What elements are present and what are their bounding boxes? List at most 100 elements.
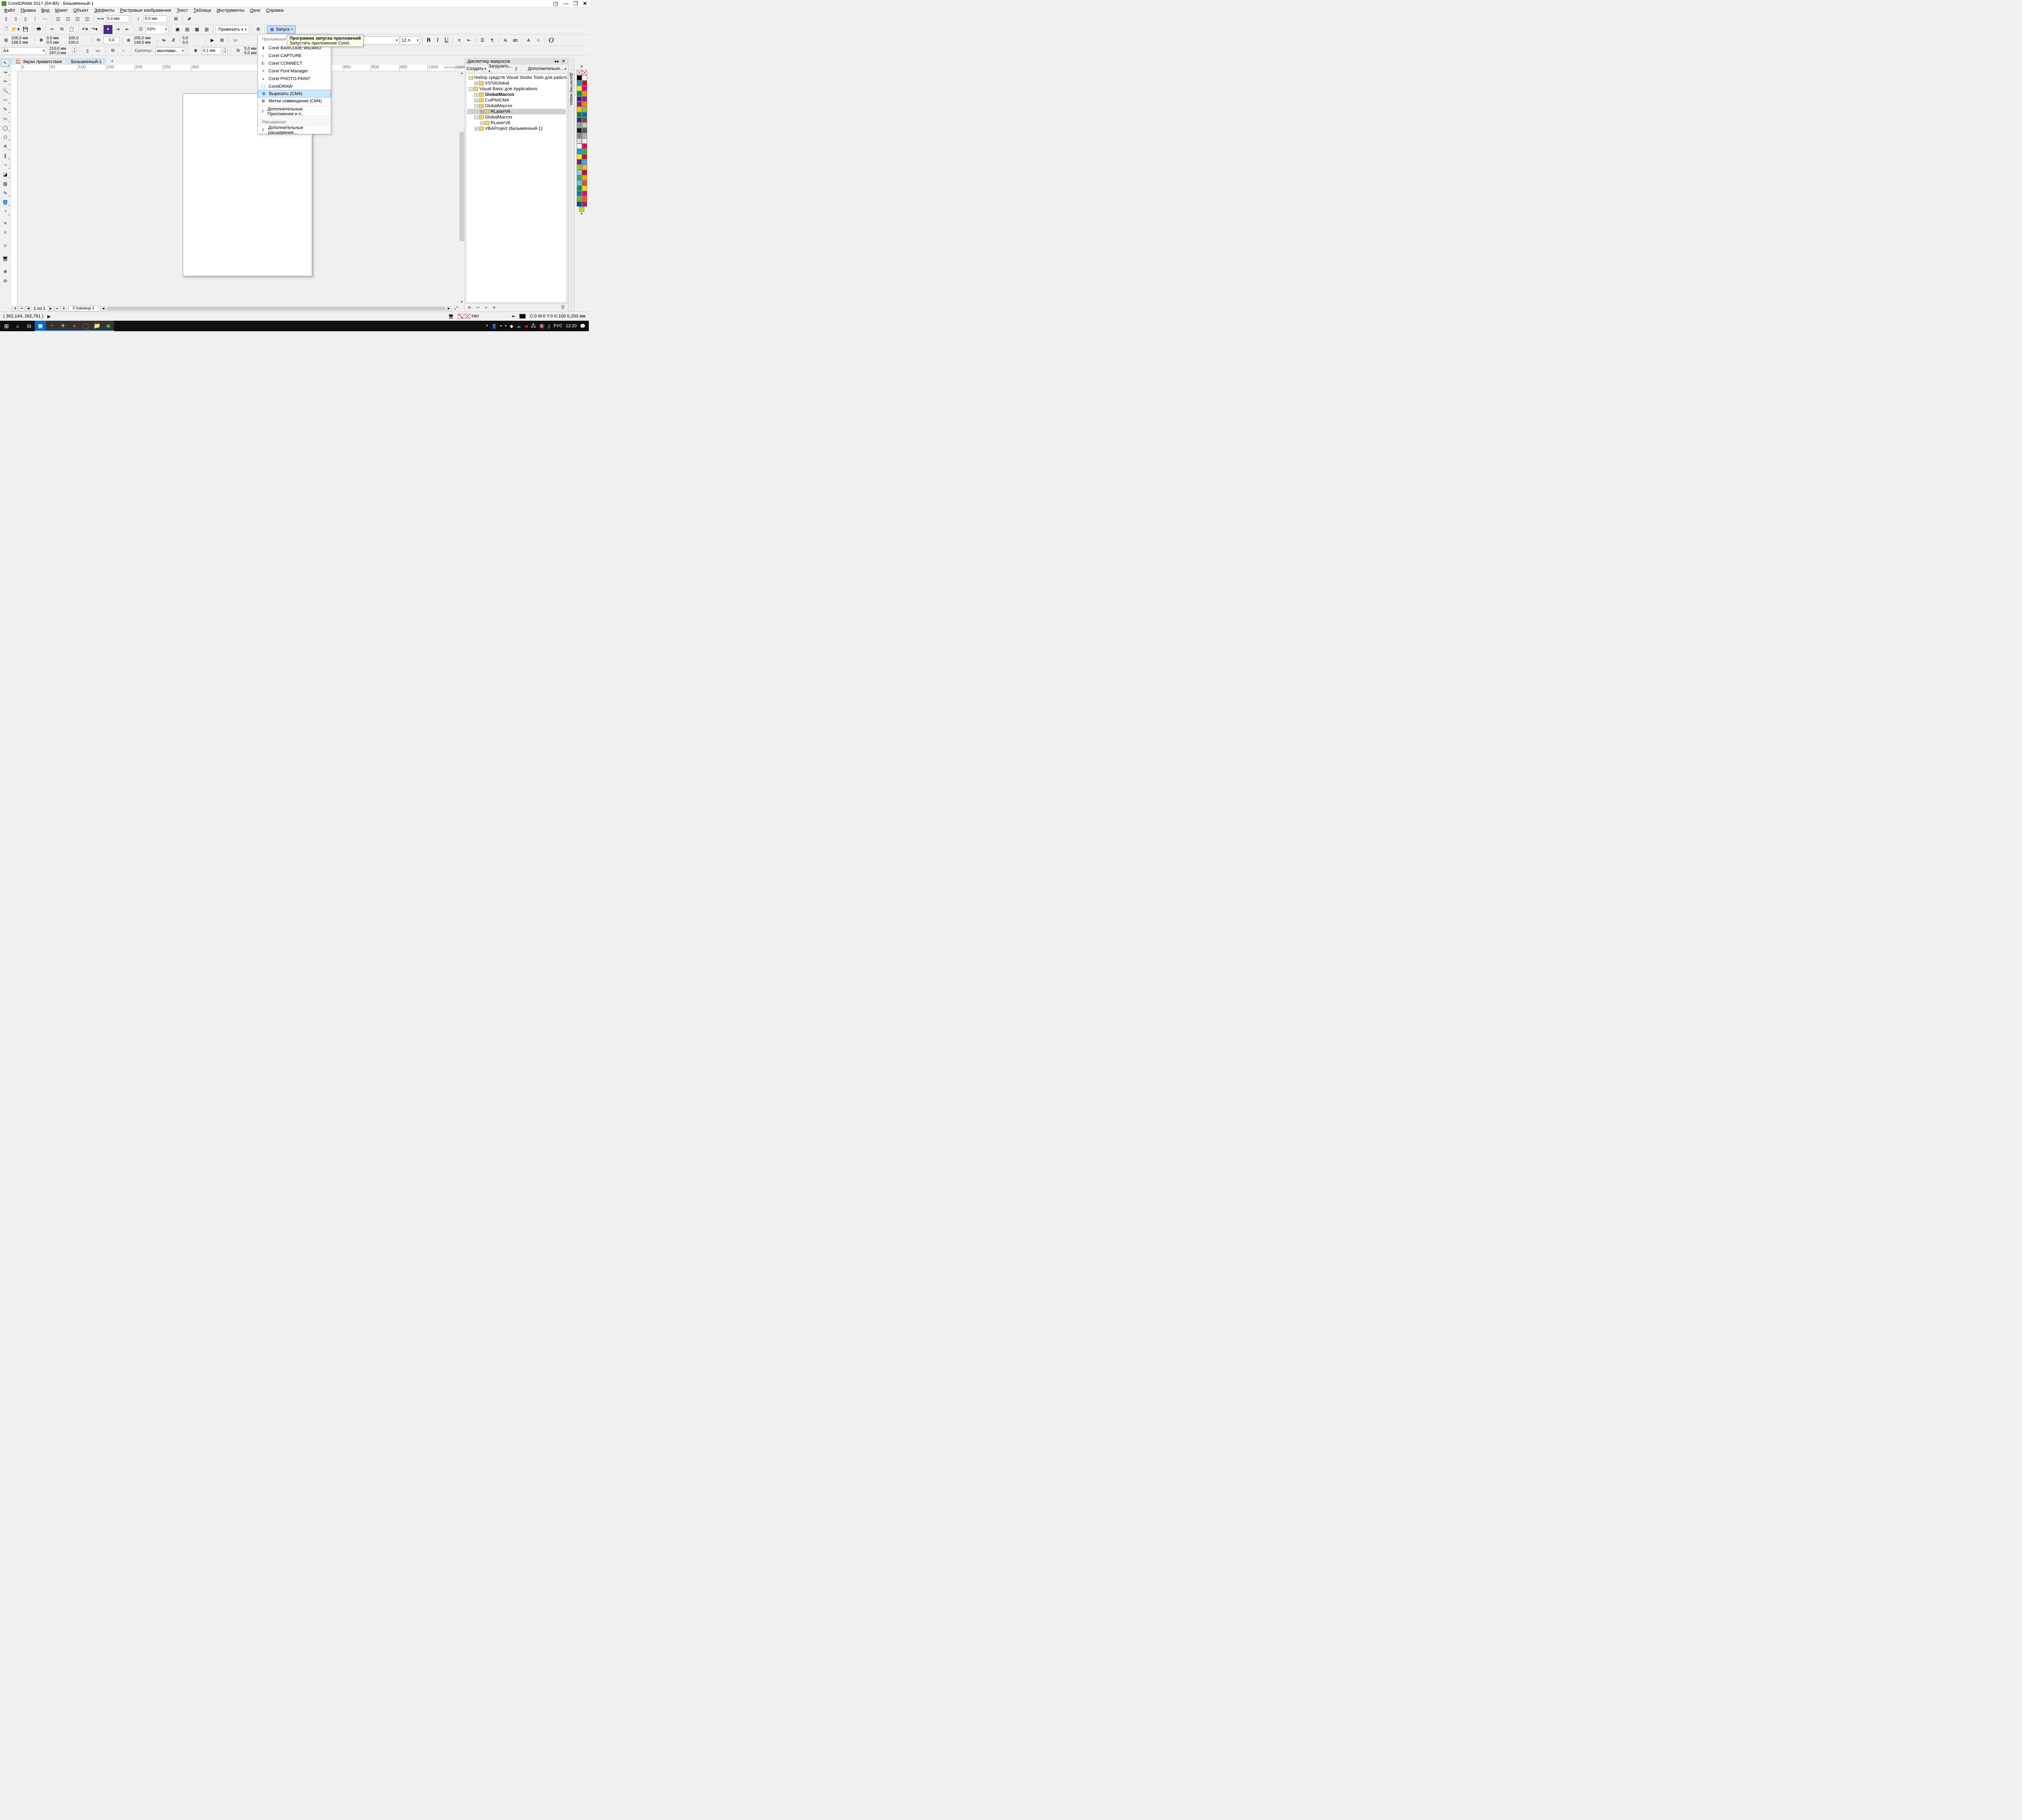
polygon-tool[interactable]: ⬠ <box>1 133 10 141</box>
color-swatch[interactable] <box>577 107 582 112</box>
align-text-icon[interactable]: ≡ <box>455 36 464 45</box>
tree-row[interactable]: Visual Basic для Applications <box>467 86 566 92</box>
first-page[interactable]: ⏮ <box>19 306 25 311</box>
export-icon[interactable]: ⇤ <box>123 25 132 34</box>
task-app-3[interactable]: ✈ <box>57 321 69 331</box>
menu-bitmaps[interactable]: Растровые изображения <box>118 8 173 13</box>
tray-icon-3[interactable]: ◆ <box>510 324 513 329</box>
cut-icon[interactable]: ✂ <box>48 25 57 34</box>
custom-tool-2[interactable]: ≡ <box>1 229 10 237</box>
scrollbar-vertical[interactable]: ▴ ▾ <box>459 71 465 306</box>
transparency-tool[interactable]: ▨ <box>1 180 10 188</box>
tray-chevron-icon[interactable]: ˄ <box>486 324 488 328</box>
units-select[interactable]: миллиме...▾ <box>155 47 185 55</box>
char-icon[interactable]: Ѧ <box>524 36 533 45</box>
icon-c[interactable]: ◫ <box>73 15 82 23</box>
outline-pen-icon[interactable]: ✒ <box>512 314 515 319</box>
rotation-input[interactable] <box>104 37 120 44</box>
color-swatch[interactable] <box>582 196 587 201</box>
run-macro-icon[interactable]: ▶ <box>467 305 473 311</box>
show-rulers-icon[interactable]: ▤ <box>183 25 192 34</box>
edit-text-icon[interactable]: ab <box>511 36 520 45</box>
color-swatch[interactable] <box>582 180 587 186</box>
start-button[interactable]: ⊞ <box>1 321 12 331</box>
task-app-7[interactable]: ◉ <box>103 321 114 331</box>
color-swatch[interactable] <box>577 138 582 144</box>
tree-row[interactable]: CutPlotCM4 <box>467 97 566 103</box>
transform-icon[interactable]: ⬈ <box>185 15 194 23</box>
tree-row[interactable]: GlobalMacros <box>467 92 566 97</box>
zoom-in-tool[interactable]: ⊕ <box>1 267 10 275</box>
off-y[interactable] <box>47 40 68 45</box>
grid-icon[interactable]: ⊞ <box>218 36 226 45</box>
paste-icon[interactable]: 📋 <box>67 25 76 34</box>
ruler-horizontal[interactable]: миллиметры 05010015020025030085090095010… <box>11 65 465 71</box>
color-swatch[interactable] <box>579 207 584 212</box>
no-color-swatch-2[interactable] <box>582 70 587 75</box>
spacing-v-icon[interactable]: ↕ <box>134 15 143 23</box>
docker-load[interactable]: Загрузить... <box>489 64 512 74</box>
pos-y[interactable] <box>11 40 32 45</box>
zoom-out-tool[interactable]: ⊖ <box>1 277 10 285</box>
publish-icon[interactable]: ⎙ <box>136 25 145 34</box>
color-swatch[interactable] <box>582 154 587 159</box>
align-right-icon[interactable]: ▯ <box>21 15 30 23</box>
menu-window[interactable]: Окно <box>247 8 263 13</box>
ellipse-tool[interactable]: ◯ <box>1 124 10 132</box>
color-swatch[interactable] <box>577 112 582 117</box>
landscape-icon[interactable]: ▭ <box>93 47 102 55</box>
distribute-v-icon[interactable]: ⋯ <box>40 15 49 23</box>
menu-table[interactable]: Таблица <box>191 8 214 13</box>
dropcap-icon[interactable]: ¶ <box>488 36 497 45</box>
bold-button[interactable]: B <box>425 36 433 44</box>
tray-notifications-icon[interactable]: 💬 <box>580 324 586 329</box>
tray-volume-icon[interactable]: 🔇 <box>539 324 545 329</box>
color-swatch[interactable] <box>577 80 582 86</box>
glyph-style-button[interactable]: O <box>547 36 555 44</box>
color-swatch[interactable] <box>582 133 587 138</box>
close-button[interactable]: ✕ <box>583 0 587 7</box>
color-swatch[interactable] <box>582 112 587 117</box>
mirror-h-icon[interactable]: ⇋ <box>159 36 168 45</box>
rectangle-tool[interactable]: ▭ <box>1 114 10 123</box>
prev-page[interactable]: ◀ <box>25 306 31 311</box>
page-tab-1[interactable]: Страница 1 <box>68 306 99 311</box>
off-x[interactable] <box>47 36 68 40</box>
connector-tool[interactable]: ⤳ <box>1 161 10 169</box>
color-swatch[interactable] <box>582 191 587 196</box>
tree-row[interactable]: RLaserV6 <box>467 120 566 126</box>
step-icon[interactable]: ⏯ <box>475 305 481 311</box>
color-swatch[interactable] <box>582 175 587 180</box>
docker-create[interactable]: Создать <box>467 66 486 71</box>
sk-y[interactable] <box>182 40 203 45</box>
color-swatch[interactable] <box>577 165 582 170</box>
task-app-6[interactable]: 📁 <box>91 321 103 331</box>
color-swatch[interactable] <box>577 144 582 149</box>
fullscreen-icon[interactable]: ▣ <box>173 25 182 34</box>
menu-tools[interactable]: Инструменты <box>214 8 247 13</box>
menu-help[interactable]: Справка <box>264 8 286 13</box>
canvas[interactable]: ▴ ▾ <box>11 71 465 311</box>
bullets-icon[interactable]: ☰ <box>478 36 487 45</box>
tray-icon-5[interactable]: ◀ <box>524 324 527 329</box>
pos-x[interactable] <box>11 36 32 40</box>
tray-lang[interactable]: РУС <box>554 324 563 328</box>
text-tool[interactable]: A <box>1 142 10 150</box>
color-swatch[interactable] <box>577 102 582 107</box>
shape-tool[interactable]: ↝ <box>1 68 10 76</box>
color-swatch[interactable] <box>577 180 582 186</box>
next-page[interactable]: ▶ <box>48 306 54 311</box>
cen-x[interactable] <box>134 36 155 40</box>
zoom-input[interactable] <box>146 26 164 33</box>
color-swatch[interactable] <box>577 75 582 80</box>
task-app-1[interactable]: ▣ <box>35 321 46 331</box>
fill-tool[interactable]: 🪣 <box>1 198 10 206</box>
icon-b[interactable]: ◫ <box>63 15 72 23</box>
tree-row[interactable]: GlobalMacros <box>467 103 566 109</box>
popup-item-corel-capture[interactable]: ●Corel CAPTURE <box>258 52 331 59</box>
screen-tool[interactable]: 🖥 <box>1 254 10 262</box>
add-tool[interactable]: ⊕ <box>1 241 10 250</box>
proof-icon[interactable]: 🖥 <box>448 314 454 319</box>
page-h[interactable] <box>49 51 70 55</box>
menu-edit[interactable]: Правка <box>18 8 38 13</box>
